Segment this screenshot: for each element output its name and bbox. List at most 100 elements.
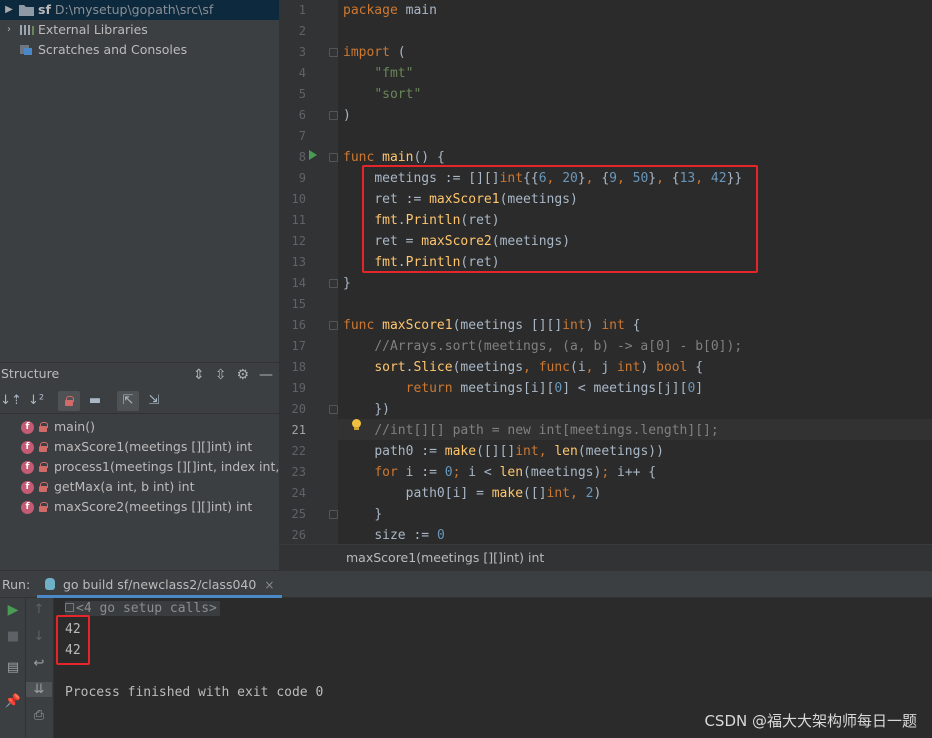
show-private-icon[interactable] (58, 391, 80, 411)
line-number[interactable]: 21 (280, 420, 306, 441)
code-line[interactable]: func maxScore1(meetings [][]int) int { (343, 315, 640, 336)
line-number[interactable]: 22 (280, 441, 306, 462)
line-number[interactable]: 3 (280, 42, 306, 63)
line-number[interactable]: 19 (280, 378, 306, 399)
line-number[interactable]: 2 (280, 21, 306, 42)
layout-icon[interactable]: ▤ (0, 660, 26, 675)
line-number[interactable]: 20 (280, 399, 306, 420)
code-line[interactable]: sort.Slice(meetings, func(i, j int) bool… (343, 357, 703, 378)
soft-wrap-icon[interactable]: ↩ (26, 656, 52, 671)
code-line[interactable]: "fmt" (343, 63, 413, 84)
structure-item[interactable]: f process1(meetings [][]int, index int, … (0, 457, 279, 477)
project-root-row[interactable]: ▶ sf D:\mysetup\gopath\src\sf (0, 0, 279, 20)
code-line[interactable]: //int[][] path = new int[meetings.length… (343, 420, 718, 441)
line-number[interactable]: 23 (280, 462, 306, 483)
external-libraries-label: External Libraries (38, 22, 148, 37)
fold-marker-icon[interactable] (329, 279, 338, 288)
run-gutter-icon[interactable] (309, 150, 317, 160)
code-line[interactable]: //Arrays.sort(meetings, (a, b) -> a[0] -… (343, 336, 742, 357)
expand-arrow-icon[interactable]: › (4, 20, 14, 40)
code-line[interactable]: return meetings[i][0] < meetings[j][0] (343, 378, 703, 399)
line-number[interactable]: 8 (280, 147, 306, 168)
line-number[interactable]: 17 (280, 336, 306, 357)
show-fields-icon[interactable]: ▬ (84, 391, 106, 411)
structure-panel: Structure ⇕ ⇳ ⚙ — ↓⇡ ↓² ▬ ⇱ ⇲ f main() f… (0, 362, 279, 570)
line-number[interactable]: 26 (280, 525, 306, 544)
code-line[interactable]: fmt.Println(ret) (343, 210, 499, 231)
fold-marker-icon[interactable] (329, 48, 338, 57)
line-number[interactable]: 7 (280, 126, 306, 147)
structure-item[interactable]: f main() (0, 417, 279, 437)
line-number[interactable]: 12 (280, 231, 306, 252)
code-line[interactable]: } (343, 273, 351, 294)
line-number[interactable]: 13 (280, 252, 306, 273)
code-line[interactable]: path0[i] = make([]int, 2) (343, 483, 602, 504)
code-line[interactable]: "sort" (343, 84, 421, 105)
function-icon: f (21, 461, 34, 474)
structure-item[interactable]: f getMax(a int, b int) int (0, 477, 279, 497)
sort-alpha-icon[interactable]: ↓² (25, 391, 47, 411)
expand-plus-icon[interactable] (65, 603, 74, 612)
line-number[interactable]: 9 (280, 168, 306, 189)
expand-all-icon[interactable]: ⇕ (193, 367, 205, 383)
line-number[interactable]: 10 (280, 189, 306, 210)
code-line[interactable]: ) (343, 105, 351, 126)
structure-item[interactable]: f maxScore1(meetings [][]int) int (0, 437, 279, 457)
fold-marker-icon[interactable] (329, 321, 338, 330)
code-line[interactable]: import ( (343, 42, 406, 63)
scroll-to-end-icon[interactable]: ⇊ (26, 682, 52, 697)
code-line[interactable]: size := 0 (343, 525, 444, 544)
pin-icon[interactable]: 📌 (0, 694, 26, 709)
code-line[interactable]: path0 := make([][]int, len(meetings)) (343, 441, 664, 462)
gear-icon[interactable]: ⚙ (236, 367, 249, 383)
line-number[interactable]: 25 (280, 504, 306, 525)
autoscroll-to-source-icon[interactable]: ⇱ (117, 391, 139, 411)
line-number[interactable]: 14 (280, 273, 306, 294)
code-line[interactable]: ret = maxScore2(meetings) (343, 231, 570, 252)
run-panel-header: Run: go build sf/newclass2/class040 × (0, 570, 932, 598)
line-number[interactable]: 6 (280, 105, 306, 126)
code-line[interactable]: func main() { (343, 147, 445, 168)
fold-marker-icon[interactable] (329, 111, 338, 120)
code-editor[interactable]: 1 2 3 4 5 6 7 8 9 10 11 12 13 14 15 16 17 18 19 20 21 22 23 24 2… (279, 0, 932, 544)
fold-marker-icon[interactable] (329, 153, 338, 162)
line-number[interactable]: 24 (280, 483, 306, 504)
line-number[interactable]: 18 (280, 357, 306, 378)
stop-icon[interactable]: ■ (0, 629, 26, 644)
line-number[interactable]: 11 (280, 210, 306, 231)
print-icon[interactable]: ⎙ (26, 708, 52, 723)
code-line[interactable]: ret := maxScore1(meetings) (343, 189, 578, 210)
line-number[interactable]: 16 (280, 315, 306, 336)
structure-item[interactable]: f maxScore2(meetings [][]int) int (0, 497, 279, 517)
line-number[interactable]: 4 (280, 63, 306, 84)
run-label: Run: (2, 577, 31, 592)
code-line[interactable]: meetings := [][]int{{6, 20}, {9, 50}, {1… (343, 168, 742, 189)
collapse-all-icon[interactable]: ⇳ (215, 367, 227, 383)
code-line[interactable]: package main (343, 0, 437, 21)
run-tab[interactable]: go build sf/newclass2/class040 × (37, 571, 283, 598)
breadcrumb[interactable]: maxScore1(meetings [][]int) int (279, 544, 932, 570)
up-arrow-icon[interactable]: ↑ (26, 602, 52, 617)
fold-marker-icon[interactable] (329, 405, 338, 414)
line-number[interactable]: 1 (280, 0, 306, 21)
line-number[interactable]: 5 (280, 84, 306, 105)
console-setup-calls[interactable]: <4 go setup calls> (65, 598, 220, 619)
autoscroll-from-source-icon[interactable]: ⇲ (143, 391, 165, 411)
minimize-icon[interactable]: — (259, 367, 273, 383)
watermark: CSDN @福大大架构师每日一题 (704, 712, 917, 730)
rerun-icon[interactable]: ▶ (0, 602, 26, 618)
down-arrow-icon[interactable]: ↓ (26, 629, 52, 644)
run-toolbar-secondary: ↑ ↓ ↩ ⇊ ⎙ (26, 598, 54, 738)
code-line[interactable]: }) (343, 399, 390, 420)
line-number[interactable]: 15 (280, 294, 306, 315)
sort-by-type-icon[interactable]: ↓⇡ (0, 391, 22, 411)
code-line[interactable]: for i := 0; i < len(meetings); i++ { (343, 462, 656, 483)
collapse-arrow-icon[interactable]: ▶ (4, 0, 14, 20)
close-icon[interactable]: × (264, 578, 274, 592)
code-line[interactable]: } (343, 504, 382, 525)
line-number-gutter[interactable]: 1 2 3 4 5 6 7 8 9 10 11 12 13 14 15 16 17 18 19 20 21 22 23 24 2… (280, 0, 338, 544)
breadcrumb-function[interactable]: maxScore1(meetings [][]int) int (346, 550, 544, 565)
fold-marker-icon[interactable] (329, 510, 338, 519)
code-line[interactable]: fmt.Println(ret) (343, 252, 499, 273)
project-panel: ▶ sf D:\mysetup\gopath\src\sf › External … (0, 0, 279, 362)
